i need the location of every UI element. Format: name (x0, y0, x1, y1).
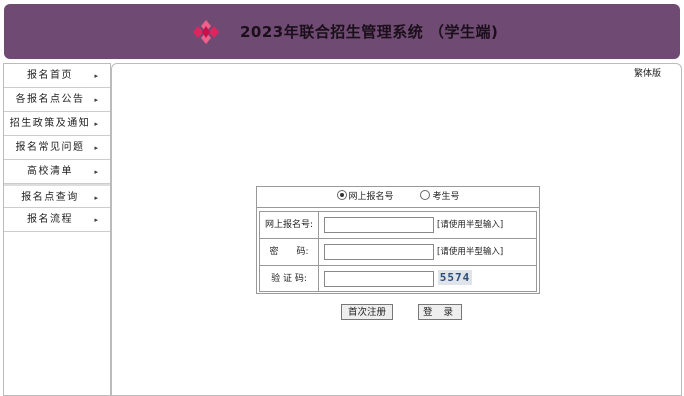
sidebar-item-universities[interactable]: 高校清单 ▸ (4, 160, 110, 184)
arrow-right-icon: ▸ (94, 194, 98, 202)
arrow-right-icon: ▸ (94, 168, 98, 176)
password-input[interactable] (324, 244, 434, 260)
captcha-label: 验 证 码: (260, 266, 319, 291)
sidebar-item-label: 报名流程 (27, 214, 73, 225)
field-row-password: 密 码: [请使用半型输入] (260, 239, 536, 266)
sidebar-item-announcements[interactable]: 各报名点公告 ▸ (4, 88, 110, 112)
radio-label: 考生号 (432, 192, 460, 202)
sidebar-item-policies[interactable]: 招生政策及通知 ▸ (4, 112, 110, 136)
radio-online-number[interactable]: 网上报名号 (336, 187, 394, 207)
header-banner: 2023年联合招生管理系统 （学生端) (4, 4, 680, 59)
sidebar-item-label: 报名常见问题 (15, 142, 85, 153)
password-label: 密 码: (260, 239, 319, 265)
logo-diamond-icon (193, 20, 219, 44)
sidebar-nav: 报名首页 ▸ 各报名点公告 ▸ 招生政策及通知 ▸ 报名常见问题 ▸ 高校清单 … (3, 63, 111, 396)
sidebar-item-label: 招生政策及通知 (9, 118, 91, 129)
arrow-right-icon: ▸ (94, 144, 98, 152)
field-row-captcha: 验 证 码: 5574 (260, 266, 536, 291)
password-hint: [请使用半型输入] (437, 247, 504, 257)
arrow-right-icon: ▸ (94, 120, 98, 128)
username-hint: [请使用半型输入] (437, 220, 504, 230)
sidebar-item-locations[interactable]: 报名点查询 ▸ (4, 184, 110, 208)
page-title: 2023年联合招生管理系统 （学生端) (240, 23, 499, 41)
username-input[interactable] (324, 217, 434, 233)
sidebar-item-label: 报名点查询 (21, 192, 79, 203)
sidebar-item-process[interactable]: 报名流程 ▸ (4, 208, 110, 232)
radio-unchecked-icon (420, 190, 431, 200)
login-type-selector: 网上报名号 考生号 (257, 187, 539, 208)
sidebar-item-label: 高校清单 (27, 166, 73, 177)
field-row-username: 网上报名号: [请使用半型输入] (260, 212, 536, 239)
login-button[interactable]: 登 录 (418, 304, 462, 320)
main-panel: 繁体版 网上报名号 考生号 网上报名号: [请使用半型输入] 密 码: [请使用… (111, 63, 682, 396)
radio-label: 网上报名号 (348, 192, 394, 202)
captcha-input[interactable] (324, 271, 434, 287)
traditional-chinese-link[interactable]: 繁体版 (634, 66, 661, 79)
sidebar-item-faq[interactable]: 报名常见问题 ▸ (4, 136, 110, 160)
arrow-right-icon: ▸ (94, 216, 98, 224)
arrow-right-icon: ▸ (94, 96, 98, 104)
login-form: 网上报名号 考生号 网上报名号: [请使用半型输入] 密 码: [请使用半型输入… (256, 186, 540, 294)
username-label: 网上报名号: (260, 212, 319, 238)
arrow-right-icon: ▸ (94, 72, 98, 80)
register-button[interactable]: 首次注册 (341, 304, 393, 320)
login-fields: 网上报名号: [请使用半型输入] 密 码: [请使用半型输入] 验 证 码: 5… (259, 211, 537, 292)
radio-student-number[interactable]: 考生号 (420, 187, 459, 207)
sidebar-item-home[interactable]: 报名首页 ▸ (4, 64, 110, 88)
captcha-image[interactable]: 5574 (438, 270, 472, 285)
sidebar-item-label: 各报名点公告 (15, 94, 85, 105)
radio-checked-icon (336, 190, 347, 200)
sidebar-item-label: 报名首页 (27, 70, 73, 81)
